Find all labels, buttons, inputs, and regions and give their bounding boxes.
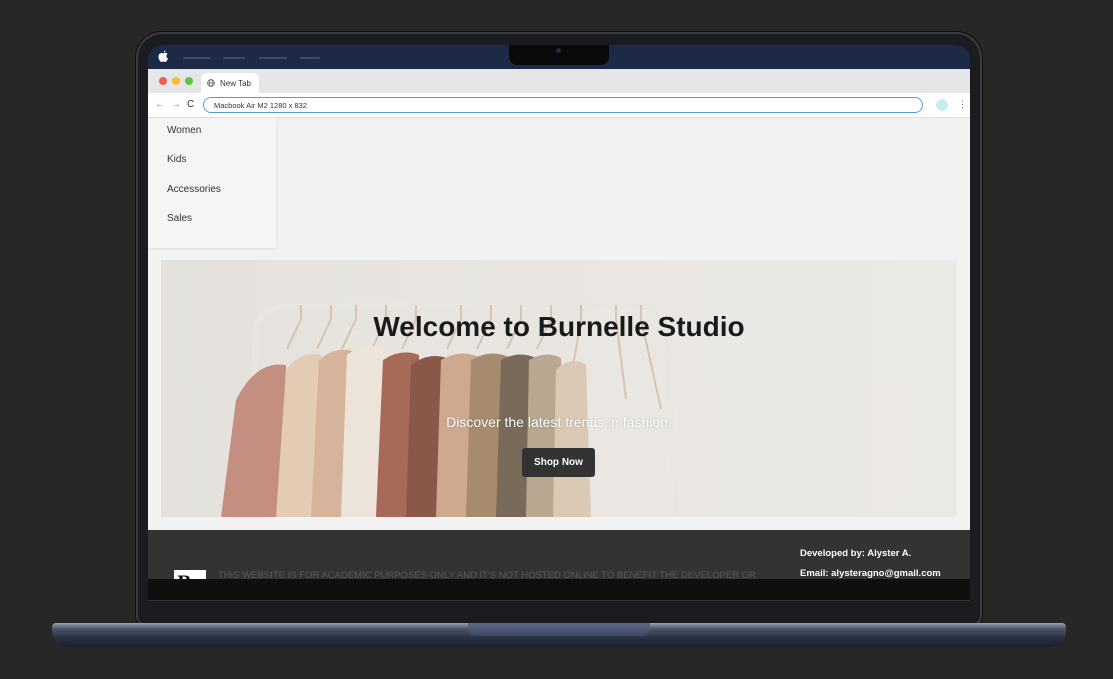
clothing-rack-image	[221, 302, 679, 517]
close-window-icon[interactable]	[159, 77, 167, 85]
apple-icon[interactable]	[158, 50, 170, 64]
side-menu: Women Kids Accessories Sales	[148, 118, 276, 248]
menubar-item[interactable]	[300, 57, 320, 59]
footer-email[interactable]: Email: alysteragno@gmail.com	[800, 568, 941, 579]
screen-bottom-bezel	[148, 579, 970, 600]
profile-icon[interactable]	[936, 99, 948, 111]
forward-icon[interactable]: →	[171, 99, 181, 111]
hero-subtitle: Discover the latest trends in fashion.	[446, 414, 672, 430]
menu-item-women[interactable]: Women	[167, 125, 201, 136]
address-bar[interactable]: Macbook Air M2 1280 x 832	[203, 97, 923, 113]
laptop-hinge-notch	[468, 623, 650, 636]
tab-new-tab[interactable]: New Tab	[201, 73, 259, 93]
menu-item-sales[interactable]: Sales	[167, 213, 192, 224]
screen: New Tab ← → C Macbook Air M2 1280 x 832 …	[148, 45, 970, 601]
footer-developer: Developed by: Alyster A.	[800, 548, 912, 559]
more-menu-icon[interactable]: ⋮	[958, 98, 967, 110]
shop-now-button[interactable]: Shop Now	[522, 448, 595, 477]
minimize-window-icon[interactable]	[172, 77, 180, 85]
browser-tabstrip: New Tab	[148, 69, 970, 93]
reload-icon[interactable]: C	[187, 99, 194, 111]
camera-icon	[556, 48, 561, 53]
menu-item-kids[interactable]: Kids	[167, 154, 186, 165]
menu-item-accessories[interactable]: Accessories	[167, 184, 221, 195]
back-icon[interactable]: ←	[155, 99, 165, 111]
browser-toolbar: ← → C Macbook Air M2 1280 x 832 ⋮	[148, 93, 970, 118]
menubar-item[interactable]	[259, 57, 287, 59]
hero-banner: Welcome to Burnelle Studio Discover the …	[161, 260, 957, 517]
hero-title: Welcome to Burnelle Studio	[373, 311, 745, 342]
menubar-item[interactable]	[183, 57, 211, 59]
maximize-window-icon[interactable]	[185, 77, 193, 85]
globe-icon	[207, 79, 215, 87]
tab-label: New Tab	[220, 79, 251, 88]
menubar-item[interactable]	[223, 57, 245, 59]
web-page: Women Kids Accessories Sales Welcome to …	[148, 118, 970, 601]
